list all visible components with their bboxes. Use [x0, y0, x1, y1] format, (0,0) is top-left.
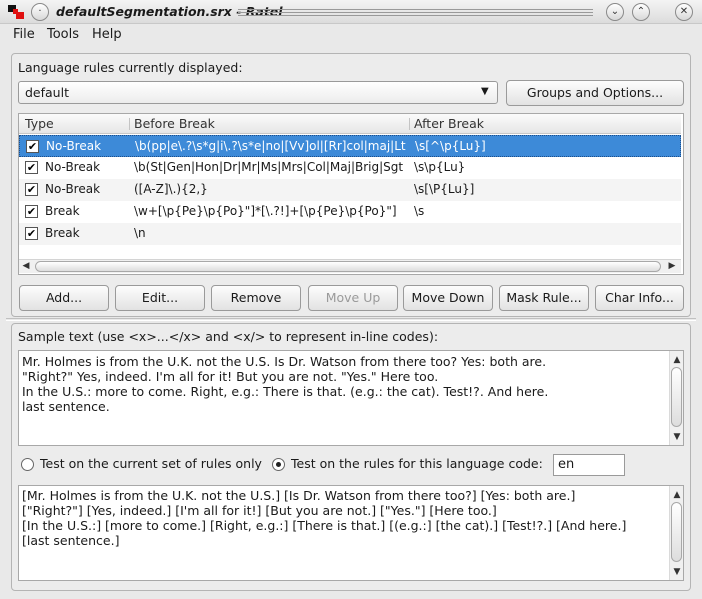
close-button[interactable]: ✕	[675, 3, 693, 21]
scroll-left-icon[interactable]: ◀	[19, 261, 33, 271]
table-row[interactable]: ✔ No-Break \b(pp|e\.?\s*g|i\.?\s*e|no|[V…	[19, 135, 681, 157]
result-line: [In the U.S.:] [more to come.] [Right, e…	[22, 518, 627, 533]
language-select[interactable]: default ▼	[18, 81, 498, 104]
rule-after: \s\p{Lu}	[414, 160, 466, 174]
rule-type: Break	[45, 204, 80, 218]
move-up-button[interactable]: Move Up	[308, 285, 398, 311]
sample-line: Mr. Holmes is from the U.K. not the U.S.…	[22, 354, 547, 369]
scroll-up-icon[interactable]: ▲	[670, 353, 684, 368]
sample-panel: Sample text (use <x>...</x> and <x/> to …	[11, 323, 691, 591]
results-text-area[interactable]: [Mr. Holmes is from the U.K. not the U.S…	[18, 485, 684, 581]
result-line: ["Right?"] [Yes, indeed.] [I'm all for i…	[22, 503, 497, 518]
radio-language-rules[interactable]	[272, 458, 285, 471]
app-logo-icon	[8, 5, 24, 19]
sample-line: "Right?" Yes, indeed. I'm all for it! Bu…	[22, 369, 439, 384]
menu-help[interactable]: Help	[92, 27, 122, 42]
rule-enabled-checkbox[interactable]: ✔	[25, 161, 38, 174]
horizontal-scrollbar[interactable]: ◀ ▶	[19, 259, 681, 273]
column-separator[interactable]	[129, 118, 130, 130]
groups-options-button[interactable]: Groups and Options...	[506, 80, 684, 106]
table-header: Type Before Break After Break	[19, 114, 681, 134]
rule-enabled-checkbox[interactable]: ✔	[26, 140, 39, 153]
sample-line: In the U.S.: more to come. Right, e.g.: …	[22, 384, 549, 399]
window-menu-button[interactable]: ·	[31, 3, 49, 21]
menu-tools[interactable]: Tools	[47, 27, 79, 42]
maximize-button[interactable]: ⌃	[632, 3, 650, 21]
table-row[interactable]: ✔ No-Break \b(St|Gen|Hon|Dr|Mr|Ms|Mrs|Co…	[19, 157, 681, 179]
edit-button[interactable]: Edit...	[115, 285, 205, 311]
results-vertical-scrollbar[interactable]: ▲ ▼	[669, 486, 683, 580]
rule-before: ([A-Z]\.){2,}	[134, 182, 208, 196]
table-row[interactable]: ✔ No-Break ([A-Z]\.){2,} \s[\P{Lu}]	[19, 179, 681, 201]
remove-button[interactable]: Remove	[211, 285, 301, 311]
char-info-button[interactable]: Char Info...	[595, 285, 684, 311]
scroll-thumb[interactable]	[35, 261, 661, 272]
sample-text-content: Mr. Holmes is from the U.K. not the U.S.…	[22, 354, 548, 414]
minimize-button[interactable]: ⌄	[606, 3, 624, 21]
rule-before: \b(St|Gen|Hon|Dr|Mr|Ms|Mrs|Col|Maj|Brig|…	[134, 160, 404, 174]
menu-bar: File Tools Help	[0, 24, 702, 46]
rules-table: Type Before Break After Break ✔ No-Break…	[18, 113, 684, 275]
rule-enabled-checkbox[interactable]: ✔	[25, 227, 38, 240]
results-text-content: [Mr. Holmes is from the U.K. not the U.S…	[22, 488, 626, 548]
rule-after: \s[^\p{Lu}]	[415, 139, 486, 153]
rules-panel: Language rules currently displayed: defa…	[11, 53, 691, 317]
rule-type: No-Break	[46, 139, 102, 153]
radio-language-rules-label[interactable]: Test on the rules for this language code…	[291, 456, 543, 471]
rule-before: \w+[\p{Pe}\p{Po}"]*[\.?!]+[\p{Pe}\p{Po}"…	[134, 204, 397, 218]
radio-current-rules-label[interactable]: Test on the current set of rules only	[40, 456, 262, 471]
sample-line: last sentence.	[22, 399, 110, 414]
scroll-down-icon[interactable]: ▼	[670, 430, 684, 445]
rules-heading: Language rules currently displayed:	[18, 60, 243, 75]
sample-text-area[interactable]: Mr. Holmes is from the U.K. not the U.S.…	[18, 350, 684, 446]
rule-before: \n	[134, 226, 146, 240]
rule-after: \s[\P{Lu}]	[414, 182, 475, 196]
rule-enabled-checkbox[interactable]: ✔	[25, 205, 38, 218]
rule-type: No-Break	[45, 182, 101, 196]
table-row[interactable]: ✔ Break \n	[19, 223, 681, 245]
scroll-up-icon[interactable]: ▲	[670, 488, 684, 503]
sample-vertical-scrollbar[interactable]: ▲ ▼	[669, 351, 683, 445]
radio-current-rules[interactable]	[21, 458, 34, 471]
rule-enabled-checkbox[interactable]: ✔	[25, 183, 38, 196]
rule-after: \s	[414, 204, 425, 218]
title-bar-grip	[238, 9, 593, 16]
column-header-after[interactable]: After Break	[414, 116, 484, 131]
column-header-before[interactable]: Before Break	[134, 116, 215, 131]
menu-file[interactable]: File	[13, 27, 35, 42]
sample-heading: Sample text (use <x>...</x> and <x/> to …	[18, 329, 439, 344]
column-header-type[interactable]: Type	[25, 116, 54, 131]
column-separator[interactable]	[409, 118, 410, 130]
rule-before: \b(pp|e\.?\s*g|i\.?\s*e|no|[Vv]ol|[Rr]co…	[135, 139, 406, 153]
rule-type: No-Break	[45, 160, 101, 174]
mask-rule-button[interactable]: Mask Rule...	[499, 285, 589, 311]
scroll-thumb[interactable]	[671, 502, 682, 562]
result-line: [Mr. Holmes is from the U.K. not the U.S…	[22, 488, 576, 503]
panel-splitter[interactable]	[6, 318, 696, 321]
language-code-input[interactable]: en	[553, 454, 625, 476]
table-row[interactable]: ✔ Break \w+[\p{Pe}\p{Po}"]*[\.?!]+[\p{Pe…	[19, 201, 681, 223]
scroll-down-icon[interactable]: ▼	[670, 565, 684, 580]
radio-selected-dot	[276, 462, 281, 467]
title-bar[interactable]: · defaultSegmentation.srx - Ratel ⌄ ⌃ ✕	[0, 0, 702, 24]
add-button[interactable]: Add...	[19, 285, 109, 311]
scroll-thumb[interactable]	[671, 367, 682, 427]
chevron-down-icon: ▼	[481, 86, 489, 97]
move-down-button[interactable]: Move Down	[403, 285, 493, 311]
rule-type: Break	[45, 226, 80, 240]
result-line: [last sentence.]	[22, 533, 120, 548]
language-select-value: default	[25, 85, 69, 100]
scroll-right-icon[interactable]: ▶	[665, 261, 679, 271]
